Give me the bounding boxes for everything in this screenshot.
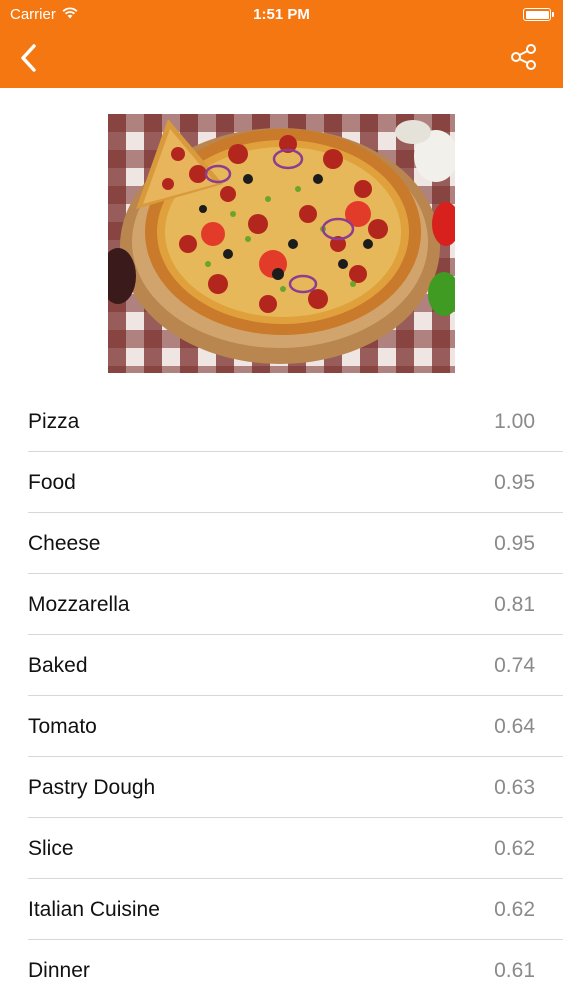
- list-item: Italian Cuisine 0.62: [0, 879, 563, 940]
- status-time: 1:51 PM: [253, 6, 310, 23]
- tag-label: Italian Cuisine: [28, 897, 160, 921]
- tag-label: Tomato: [28, 714, 97, 738]
- tag-label: Food: [28, 470, 76, 494]
- tag-score: 0.61: [494, 958, 535, 982]
- pizza-photo: [108, 114, 455, 373]
- back-button[interactable]: [10, 38, 46, 78]
- battery-icon: [523, 8, 554, 21]
- tag-score: 1.00: [494, 409, 535, 433]
- tag-score: 0.81: [494, 592, 535, 616]
- tag-score: 0.62: [494, 836, 535, 860]
- nav-header: Carrier 1:51 PM: [0, 0, 563, 88]
- list-item: Baked 0.74: [0, 635, 563, 696]
- list-item: Pastry Dough 0.63: [0, 757, 563, 818]
- list-item: Tomato 0.64: [0, 696, 563, 757]
- tag-score: 0.95: [494, 531, 535, 555]
- tag-score: 0.64: [494, 714, 535, 738]
- status-bar: Carrier 1:51 PM: [0, 0, 563, 30]
- tag-label: Pizza: [28, 409, 80, 433]
- list-item: Slice 0.62: [0, 818, 563, 879]
- tag-list: Pizza 1.00 Food 0.95 Cheese 0.95 Mozzare…: [0, 391, 563, 1001]
- list-item: Food 0.95: [0, 452, 563, 513]
- tag-label: Pastry Dough: [28, 775, 156, 799]
- tag-score: 0.63: [494, 775, 535, 799]
- list-item: Cheese 0.95: [0, 513, 563, 574]
- tag-score: 0.74: [494, 653, 535, 677]
- share-button[interactable]: [507, 40, 541, 74]
- chevron-left-icon: [21, 44, 36, 72]
- list-item: Mozzarella 0.81: [0, 574, 563, 635]
- tag-label: Cheese: [28, 531, 101, 555]
- tag-label: Dinner: [28, 958, 90, 982]
- tag-score: 0.62: [494, 897, 535, 921]
- tag-label: Mozzarella: [28, 592, 130, 616]
- share-icon: [511, 44, 536, 70]
- tag-label: Baked: [28, 653, 88, 677]
- list-item: Dinner 0.61: [0, 940, 563, 1001]
- list-item: Pizza 1.00: [0, 391, 563, 452]
- tag-label: Slice: [28, 836, 74, 860]
- tag-score: 0.95: [494, 470, 535, 494]
